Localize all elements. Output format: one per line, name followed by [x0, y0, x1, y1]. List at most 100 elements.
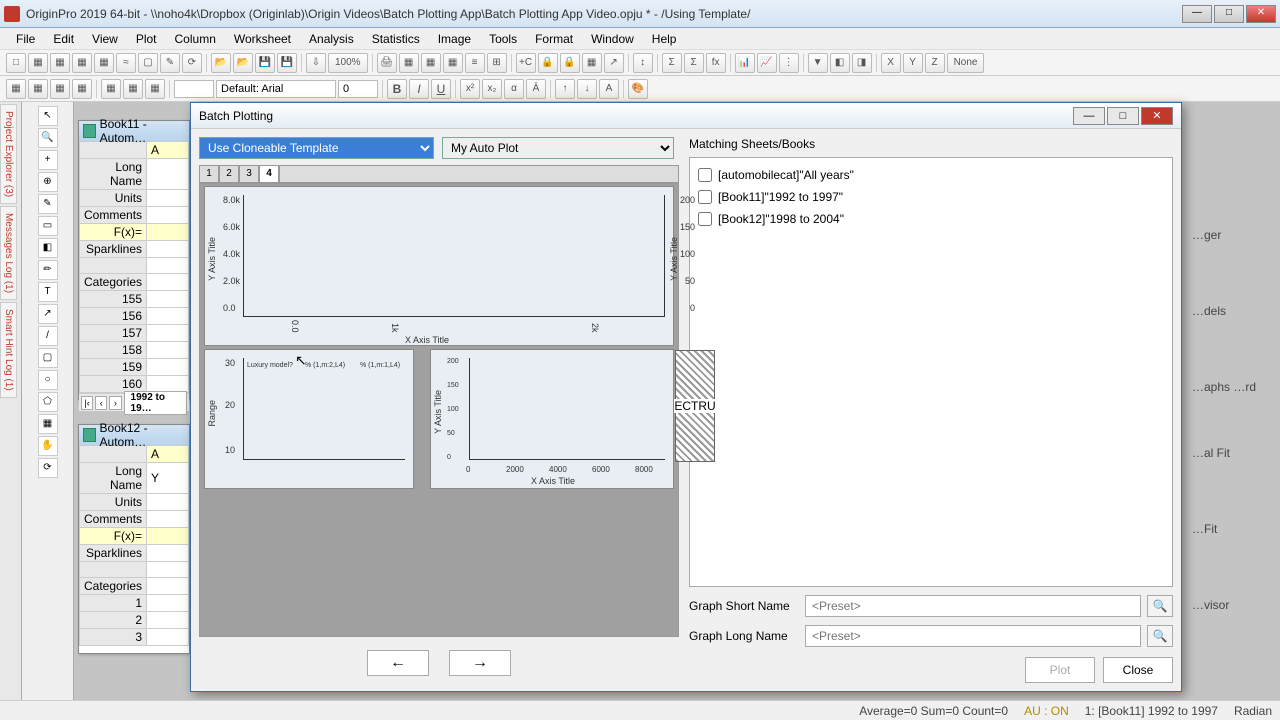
worksheet-grid[interactable]: A Long Name Units Comments F(x)= Sparkli…: [79, 141, 189, 393]
menu-file[interactable]: File: [8, 30, 43, 48]
digitize-button[interactable]: ▦: [582, 53, 602, 73]
sheet-tab[interactable]: 1992 to 19…: [124, 391, 187, 415]
prev-template-button[interactable]: ←: [367, 650, 429, 676]
menu-plot[interactable]: Plot: [128, 30, 165, 48]
short-name-browse-button[interactable]: 🔍: [1147, 595, 1173, 617]
menu-format[interactable]: Format: [527, 30, 581, 48]
preview-tab-4[interactable]: 4: [259, 165, 279, 183]
plot-button[interactable]: Plot: [1025, 657, 1095, 683]
menu-worksheet[interactable]: Worksheet: [226, 30, 299, 48]
maximize-button[interactable]: □: [1214, 5, 1244, 23]
menu-image[interactable]: Image: [430, 30, 479, 48]
new-layout-button[interactable]: ▢: [138, 53, 158, 73]
match-item[interactable]: [Book12]"1998 to 2004": [696, 208, 1166, 230]
print-button[interactable]: 🖨: [377, 53, 397, 73]
close-button[interactable]: ✕: [1246, 5, 1276, 23]
set-x-button[interactable]: X: [881, 53, 901, 73]
long-name-browse-button[interactable]: 🔍: [1147, 625, 1173, 647]
decrease-button[interactable]: ↓: [577, 79, 597, 99]
unmask-button[interactable]: ◨: [852, 53, 872, 73]
increase-button[interactable]: ↑: [555, 79, 575, 99]
wks-btn7[interactable]: ▦: [145, 79, 165, 99]
filter-button[interactable]: ▼: [808, 53, 828, 73]
preview-tab-1[interactable]: 1: [199, 165, 219, 183]
next-template-button[interactable]: →: [449, 650, 511, 676]
duplicate-button[interactable]: ▦: [399, 53, 419, 73]
wks-btn2[interactable]: ▦: [28, 79, 48, 99]
format-input1[interactable]: [174, 80, 214, 98]
menu-view[interactable]: View: [84, 30, 126, 48]
preview-tab-2[interactable]: 2: [219, 165, 239, 183]
reader-tool[interactable]: +: [38, 150, 58, 170]
set-none-button[interactable]: None: [947, 53, 985, 73]
vtab-smart-hint[interactable]: Smart Hint Log (1): [0, 302, 17, 398]
wks-btn3[interactable]: ▦: [50, 79, 70, 99]
new-excel-button[interactable]: ▦: [50, 53, 70, 73]
scatter-chart-button[interactable]: ⋮: [779, 53, 799, 73]
rescale-button[interactable]: ⊞: [487, 53, 507, 73]
match-checkbox[interactable]: [698, 190, 712, 204]
template-name-combo[interactable]: My Auto Plot: [442, 137, 674, 159]
region-tool[interactable]: ▭: [38, 216, 58, 236]
dialog-close-button[interactable]: ✕: [1141, 107, 1173, 125]
sheet-nav-first[interactable]: |‹: [81, 396, 93, 410]
template-mode-combo[interactable]: Use Cloneable Template: [199, 137, 434, 159]
font-combo[interactable]: [216, 80, 336, 98]
line-chart-button[interactable]: 📈: [757, 53, 777, 73]
overbar-button[interactable]: Ā: [526, 79, 546, 99]
underline-button[interactable]: U: [431, 79, 451, 99]
set-values-button[interactable]: fx: [706, 53, 726, 73]
new-function-button[interactable]: ≈: [116, 53, 136, 73]
annotation-tool[interactable]: ✎: [38, 194, 58, 214]
save-button[interactable]: 💾: [255, 53, 275, 73]
match-item[interactable]: [Book11]"1992 to 1997": [696, 186, 1166, 208]
close-dialog-button[interactable]: Close: [1103, 657, 1173, 683]
vtab-project-explorer[interactable]: Project Explorer (3): [0, 104, 17, 204]
screen-reader-tool[interactable]: ⊕: [38, 172, 58, 192]
palette-button[interactable]: 🎨: [628, 79, 648, 99]
subscript-button[interactable]: x₂: [482, 79, 502, 99]
workbook-title[interactable]: Book12 - Autom…: [79, 425, 189, 445]
draw-tool[interactable]: ✏: [38, 260, 58, 280]
font-color-button[interactable]: A: [599, 79, 619, 99]
workbook-book12[interactable]: Book12 - Autom… A Long NameY Units Comme…: [78, 424, 190, 654]
matching-list[interactable]: [automobilecat]"All years" [Book11]"1992…: [689, 157, 1173, 587]
long-name-input[interactable]: [805, 625, 1141, 647]
worksheet-grid[interactable]: A Long NameY Units Comments F(x)= Sparkl…: [79, 445, 189, 646]
transfer-button[interactable]: ↗: [604, 53, 624, 73]
wks-btn5[interactable]: ▦: [101, 79, 121, 99]
recalc-button[interactable]: 🔒: [538, 53, 558, 73]
superscript-button[interactable]: x²: [460, 79, 480, 99]
match-checkbox[interactable]: [698, 168, 712, 182]
zoom-tool[interactable]: 🔍: [38, 128, 58, 148]
region-tool2[interactable]: ▦: [38, 414, 58, 434]
stats-button[interactable]: Σ: [662, 53, 682, 73]
save-template-button[interactable]: 💾: [277, 53, 297, 73]
workbook-title[interactable]: Book11 - Autom…: [79, 121, 189, 141]
rotate-tool[interactable]: ⟳: [38, 458, 58, 478]
dialog-minimize-button[interactable]: —: [1073, 107, 1105, 125]
new-workbook-button[interactable]: ▦: [28, 53, 48, 73]
set-y-button[interactable]: Y: [903, 53, 923, 73]
new-graph-button[interactable]: ▦: [72, 53, 92, 73]
match-checkbox[interactable]: [698, 212, 712, 226]
short-name-input[interactable]: [805, 595, 1141, 617]
menu-statistics[interactable]: Statistics: [364, 30, 428, 48]
video-button[interactable]: ▦: [443, 53, 463, 73]
preview-tab-3[interactable]: 3: [239, 165, 259, 183]
bar-chart-button[interactable]: 📊: [735, 53, 755, 73]
menu-analysis[interactable]: Analysis: [301, 30, 362, 48]
mask-button[interactable]: ◧: [830, 53, 850, 73]
new-matrix-button[interactable]: ▦: [94, 53, 114, 73]
dialog-maximize-button[interactable]: □: [1107, 107, 1139, 125]
line-tool[interactable]: /: [38, 326, 58, 346]
new-notes-button[interactable]: ✎: [160, 53, 180, 73]
menu-edit[interactable]: Edit: [45, 30, 82, 48]
sheet-nav-next[interactable]: ›: [109, 396, 121, 410]
greek-button[interactable]: α: [504, 79, 524, 99]
font-size-combo[interactable]: [338, 80, 378, 98]
set-z-button[interactable]: Z: [925, 53, 945, 73]
match-item[interactable]: [automobilecat]"All years": [696, 164, 1166, 186]
hand-tool[interactable]: ✋: [38, 436, 58, 456]
circle-tool[interactable]: ○: [38, 370, 58, 390]
